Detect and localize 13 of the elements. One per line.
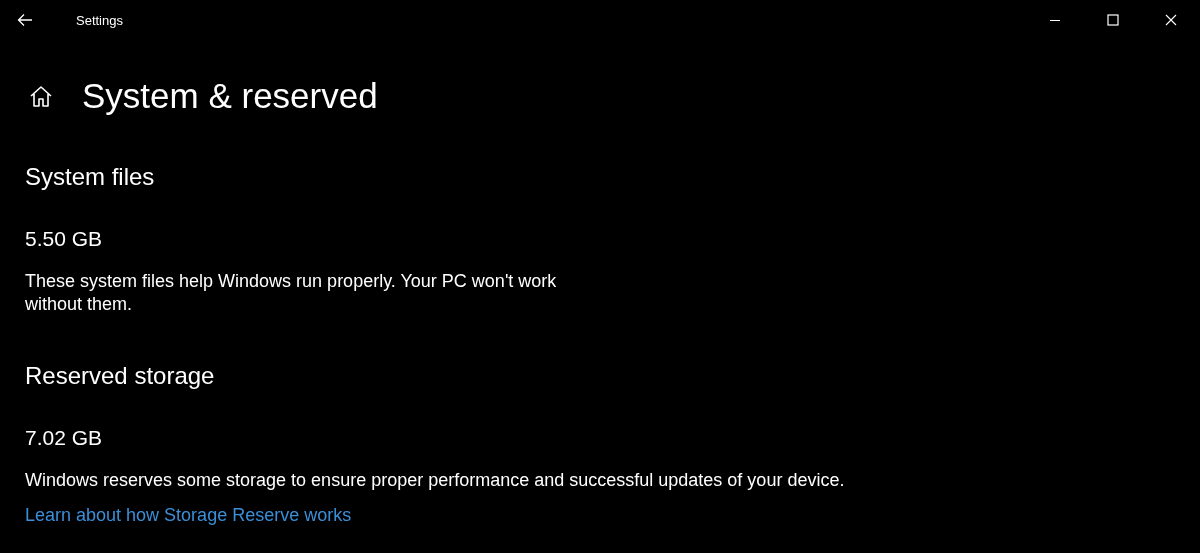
description: Windows reserves some storage to ensure proper performance and successful updates of your device.	[25, 469, 845, 492]
close-icon	[1165, 14, 1177, 26]
learn-more-link[interactable]: Learn about how Storage Reserve works	[25, 505, 352, 526]
back-arrow-icon	[17, 13, 33, 27]
window-title: Settings	[76, 12, 123, 28]
page-title: System & reserved	[82, 76, 378, 116]
section-heading: System files	[25, 163, 155, 191]
description: These system files help Windows run properly. Your PC won't work without them.	[25, 270, 558, 316]
home-icon[interactable]	[29, 85, 53, 107]
storage-size: 7.02 GB	[25, 426, 103, 450]
storage-size: 5.50 GB	[25, 227, 103, 251]
section-heading: Reserved storage	[25, 362, 215, 390]
maximize-icon	[1107, 14, 1119, 26]
